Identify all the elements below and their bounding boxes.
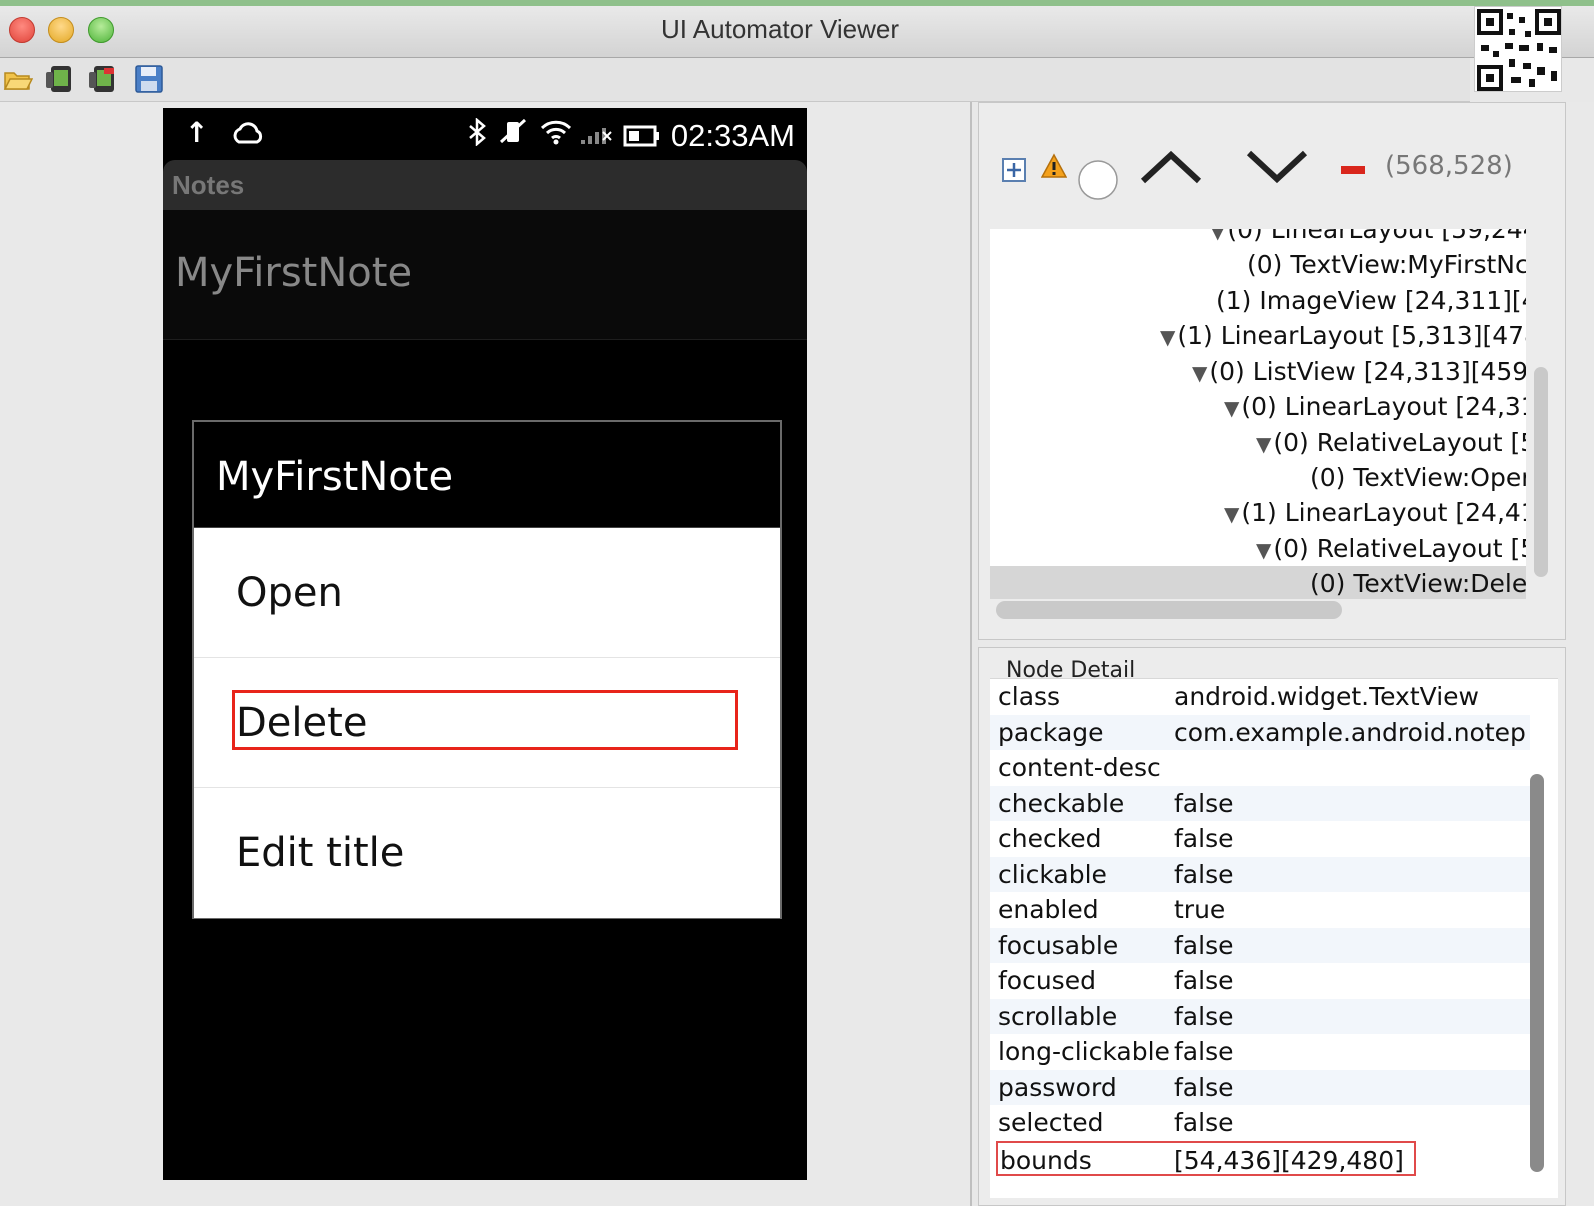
window-title: UI Automator Viewer <box>661 14 899 44</box>
upload-arrow-icon: ↑ <box>185 116 209 149</box>
device-screenshot-compressed-icon[interactable] <box>88 64 118 94</box>
toggle-naf-icon[interactable] <box>1077 159 1119 205</box>
table-row-bounds[interactable]: bounds [54,436][429,480] <box>996 1140 1416 1176</box>
menu-item-open[interactable]: Open <box>194 528 780 658</box>
tree-node[interactable]: ▼(0) RelativeLayout [5 <box>1256 425 1526 461</box>
vibrate-mute-icon <box>497 118 529 153</box>
table-row[interactable]: focusable false <box>990 927 1530 963</box>
hierarchy-horizontal-scrollbar[interactable] <box>996 601 1342 619</box>
chevron-down-icon[interactable] <box>1245 149 1309 189</box>
node-detail-table: class android.widget.TextView package com.… <box>990 678 1558 1198</box>
tree-node[interactable]: ▼(1) LinearLayout [5,313][478 <box>1160 318 1526 354</box>
table-row[interactable]: enabled true <box>990 892 1530 928</box>
table-row[interactable]: password false <box>990 1069 1530 1105</box>
warning-icon[interactable] <box>1040 153 1068 183</box>
open-folder-icon[interactable] <box>3 64 34 94</box>
battery-icon <box>623 122 661 155</box>
context-menu-dialog: MyFirstNote Open Delete Edit title <box>192 420 782 919</box>
minus-icon <box>1340 161 1366 180</box>
note-list-item[interactable]: MyFirstNote <box>163 210 807 340</box>
dialog-title: MyFirstNote <box>216 454 454 500</box>
table-row[interactable]: scrollable false <box>990 998 1530 1034</box>
tree-node[interactable]: ▼(1) LinearLayout [24,41 <box>1224 495 1526 531</box>
device-screenshot-icon[interactable] <box>45 64 75 94</box>
table-row[interactable]: content-desc <box>990 750 1530 786</box>
menu-item-label: Edit title <box>236 830 405 876</box>
table-row[interactable]: selected false <box>990 1105 1530 1141</box>
tree-node[interactable]: ▼(0) LinearLayout [24,31 <box>1224 389 1526 425</box>
expand-all-icon[interactable] <box>1001 157 1027 187</box>
selection-highlight-box <box>232 690 738 750</box>
menu-item-label: Open <box>236 570 343 616</box>
hierarchy-vertical-scrollbar[interactable] <box>1534 367 1548 577</box>
signal-icon <box>579 118 613 153</box>
hierarchy-panel: (568,528) ▼(0) LinearLayout [59,244] (0)… <box>978 102 1566 640</box>
wifi-icon <box>539 118 573 153</box>
status-time: 02:33AM <box>670 118 795 153</box>
tree-node[interactable]: (0) TextView:Oper <box>1308 460 1526 496</box>
node-detail-panel: Node Detail class android.widget.TextView… <box>978 647 1566 1206</box>
table-row[interactable]: clickable false <box>990 856 1530 892</box>
table-row[interactable]: focused false <box>990 963 1530 999</box>
bluetooth-icon <box>466 117 488 153</box>
table-row[interactable]: class android.widget.TextView <box>990 679 1530 715</box>
app-action-bar: Notes <box>163 160 807 210</box>
app-title: Notes <box>172 170 245 200</box>
tree-node[interactable]: ▼(0) ListView [24,313][459 <box>1192 354 1526 390</box>
menu-item-edit-title[interactable]: Edit title <box>194 788 780 918</box>
inspector-pane: (568,528) ▼(0) LinearLayout [59,244] (0)… <box>978 102 1594 1206</box>
chevron-up-icon[interactable] <box>1139 149 1203 189</box>
save-icon[interactable] <box>134 64 164 94</box>
device-screenshot[interactable]: ↑ 02:33AM Notes MyFirstNote MyFirstNote <box>163 108 807 1180</box>
note-title: MyFirstNote <box>175 250 413 296</box>
dialog-title-bar: MyFirstNote <box>194 422 780 528</box>
tree-node[interactable]: (1) ImageView [24,311][4 <box>1214 283 1526 319</box>
table-row[interactable]: checkable false <box>990 785 1530 821</box>
node-detail-scrollbar[interactable] <box>1530 774 1544 1172</box>
cursor-coordinates: (568,528) <box>1385 151 1513 181</box>
title-bar: UI Automator Viewer <box>0 0 1594 92</box>
tree-node[interactable]: (0) TextView:MyFirstNc <box>1245 247 1526 283</box>
tree-node[interactable]: ▼(0) LinearLayout [59,244] <box>1210 229 1526 248</box>
status-bar: ↑ 02:33AM <box>163 108 807 162</box>
table-row[interactable]: package com.example.android.notep <box>990 714 1530 750</box>
tree-node-selected[interactable]: (0) TextView:Dele <box>990 566 1526 599</box>
tree-node[interactable]: ▼(0) RelativeLayout [5 <box>1256 531 1526 567</box>
qr-code-image <box>1474 6 1562 92</box>
hierarchy-tree: ▼(0) LinearLayout [59,244] (0) TextView:… <box>990 229 1526 599</box>
toolbar <box>0 58 1470 102</box>
table-row[interactable]: checked false <box>990 821 1530 857</box>
title-bar-edge <box>0 0 1594 6</box>
table-row[interactable]: long-clickable false <box>990 1034 1530 1070</box>
cloud-sync-icon <box>231 120 265 153</box>
